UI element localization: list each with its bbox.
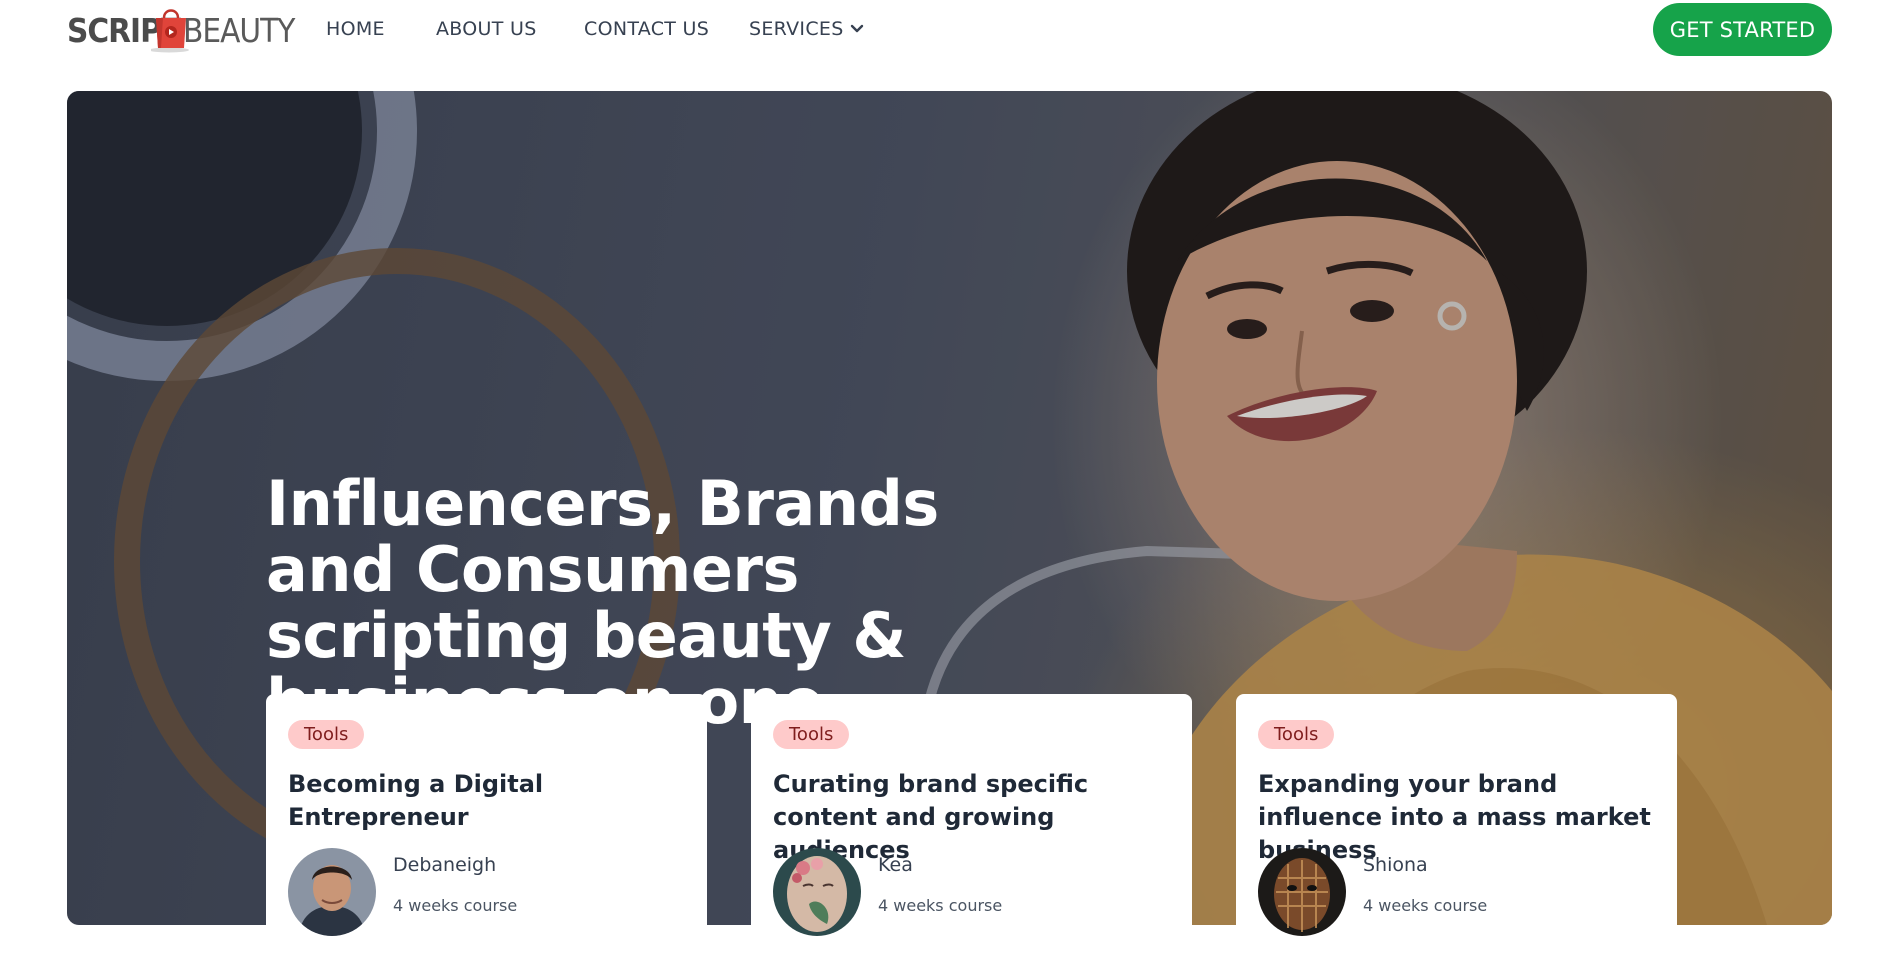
course-tag: Tools [288, 720, 365, 749]
author-name: Debaneigh [393, 854, 497, 876]
course-title[interactable]: Becoming a Digital Entrepreneur [288, 768, 688, 834]
nav-services-link[interactable]: SERVICES [749, 18, 844, 40]
course-duration: 4 weeks course [878, 896, 1003, 915]
course-duration: 4 weeks course [1363, 896, 1488, 915]
author-name: Kea [878, 854, 913, 876]
get-started-button[interactable]: GET STARTED [1653, 3, 1832, 56]
chevron-down-icon[interactable] [848, 20, 866, 38]
course-tag: Tools [773, 720, 850, 749]
author-name: Shiona [1363, 854, 1428, 876]
nav-about-link[interactable]: ABOUT US [436, 18, 537, 40]
logo-text-beauty: BEAUTY [183, 11, 295, 50]
script-beauty-logo[interactable]: SCRIPT BEAUTY [67, 4, 295, 58]
course-tag: Tools [1258, 720, 1335, 749]
author-avatar [773, 848, 861, 936]
author-avatar [1258, 848, 1346, 936]
course-card[interactable]: Tools Becoming a Digital Entrepreneur De… [266, 694, 707, 954]
nav-contact-link[interactable]: CONTACT US [584, 18, 709, 40]
nav-home-link[interactable]: HOME [326, 18, 385, 40]
course-card[interactable]: Tools Expanding your brand influence int… [1236, 694, 1677, 954]
course-card[interactable]: Tools Curating brand specific content an… [751, 694, 1192, 954]
top-navigation: SCRIPT BEAUTY HOME ABOUT US CONTACT US S… [0, 0, 1893, 60]
course-duration: 4 weeks course [393, 896, 518, 915]
author-avatar [288, 848, 376, 936]
